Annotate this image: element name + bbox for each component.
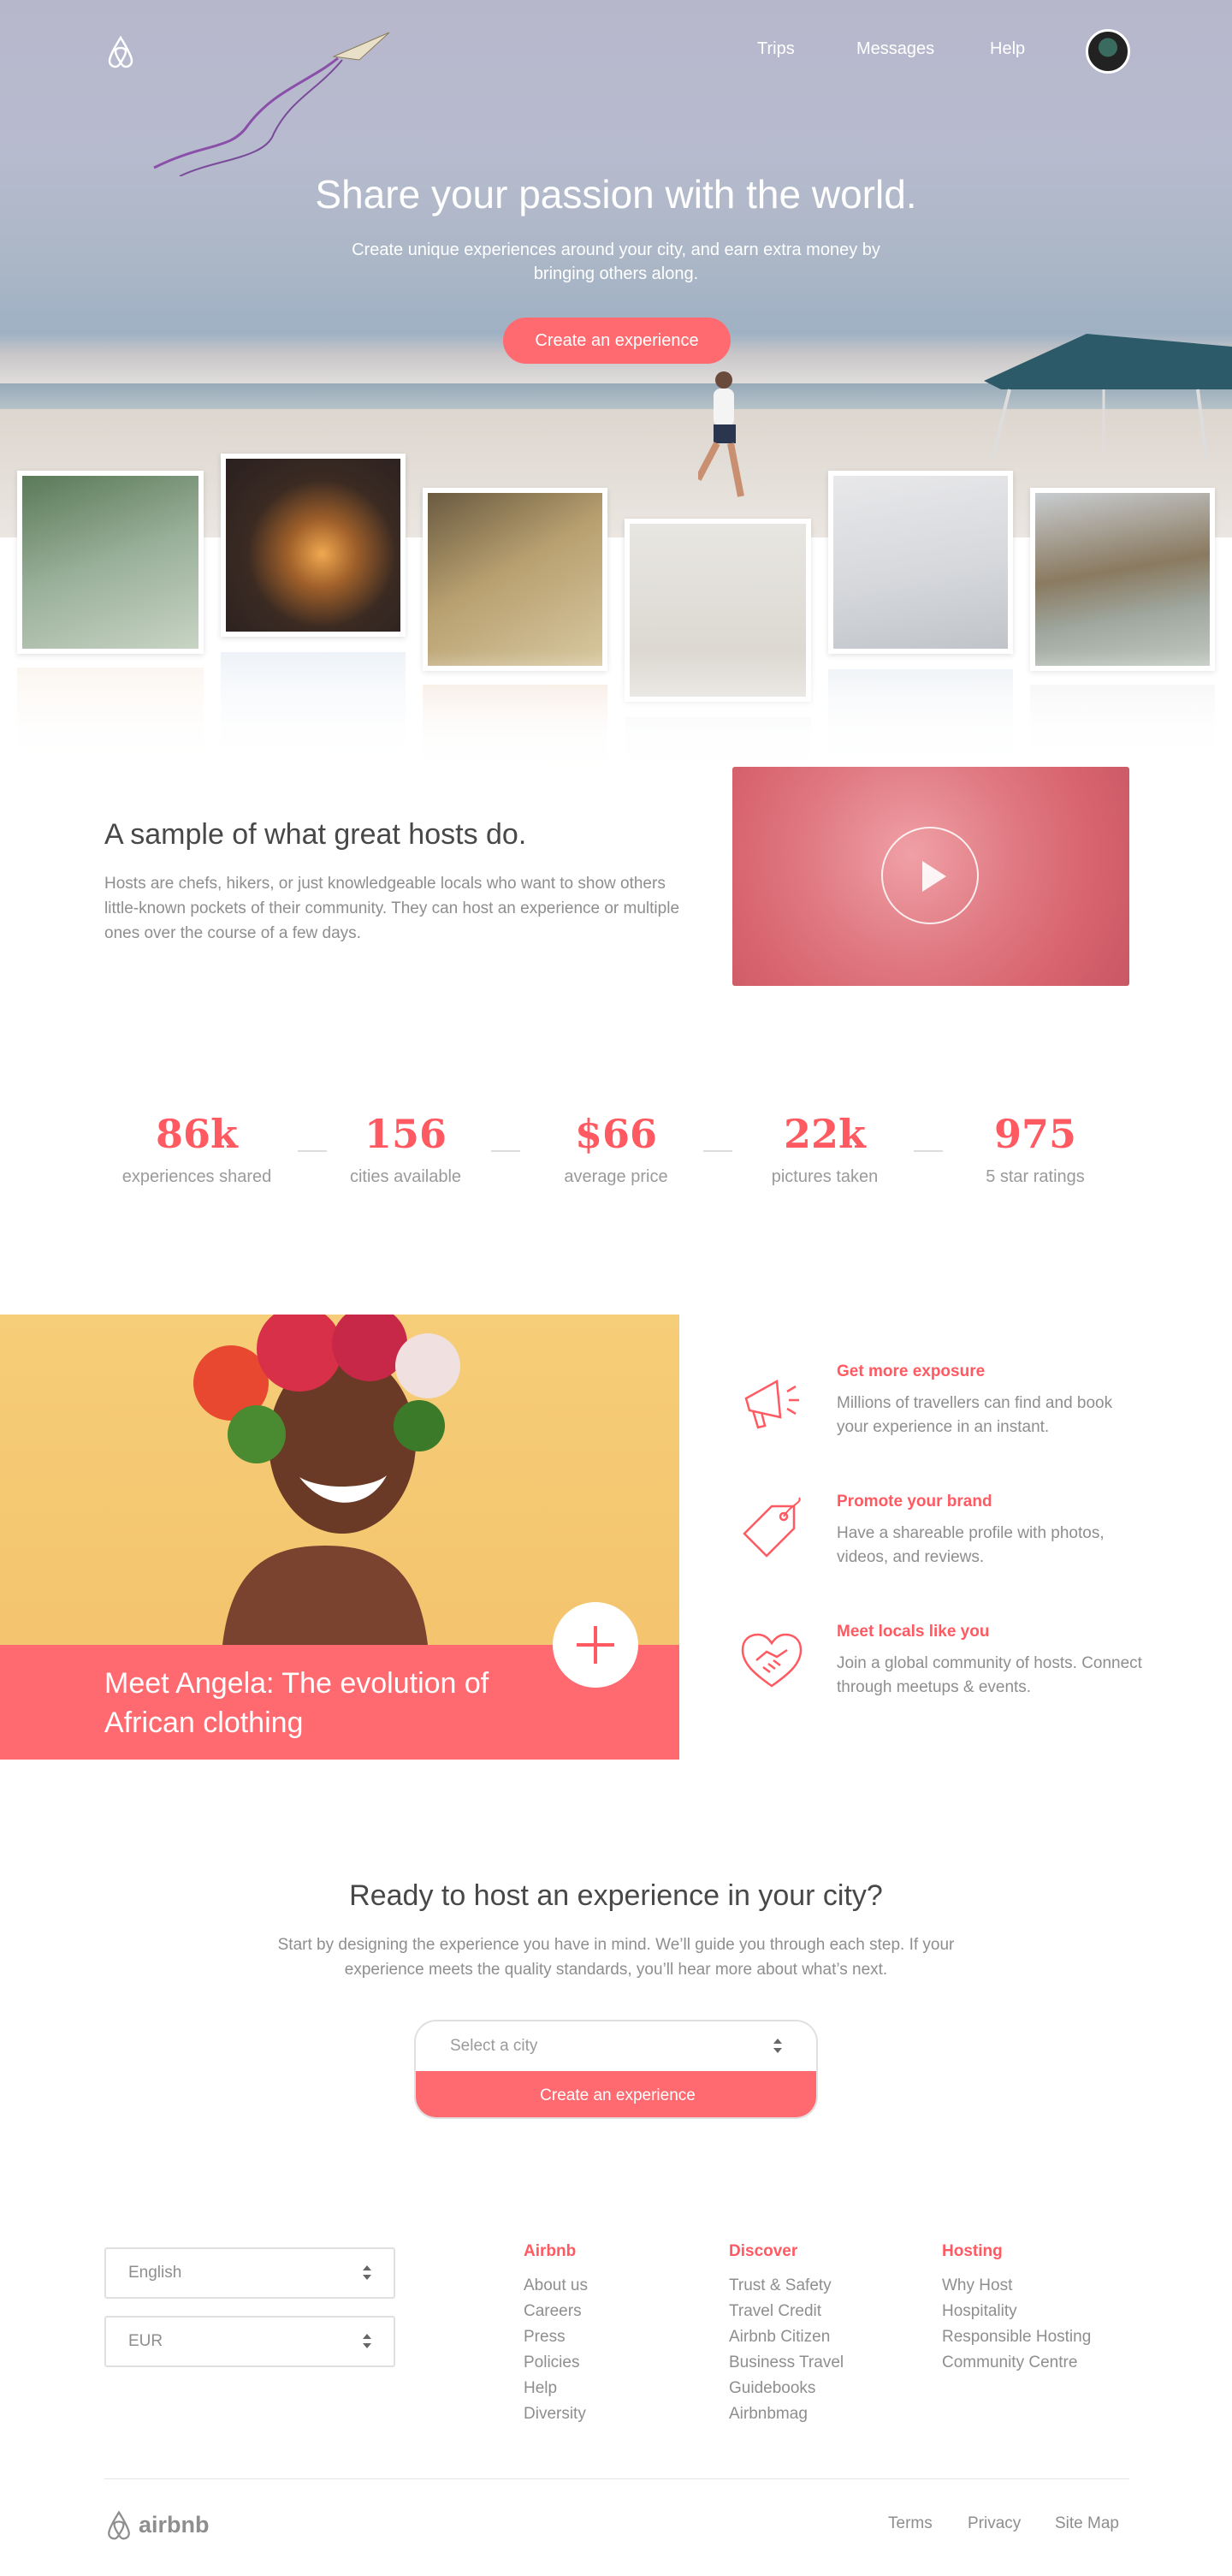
stat-value: 156 xyxy=(364,1111,447,1157)
runner-figure xyxy=(698,371,744,497)
hero-subtitle: Create unique experiences around your ci… xyxy=(352,240,880,283)
nav-messages[interactable]: Messages xyxy=(856,39,934,59)
footer-link[interactable]: Responsible Hosting xyxy=(942,2324,1091,2350)
sample-title: A sample of what great hosts do. xyxy=(104,818,527,851)
photo-campfire[interactable] xyxy=(221,454,406,637)
sample-text: Hosts are chefs, hikers, or just knowled… xyxy=(104,875,680,942)
feature-text: Have a shareable profile with photos, vi… xyxy=(837,1524,1105,1566)
footer-column-airbnb: About us Careers Press Policies Help Div… xyxy=(524,2273,588,2427)
footer-heading-discover: Discover xyxy=(729,2242,798,2260)
footer-link[interactable]: Careers xyxy=(524,2299,588,2324)
currency-select[interactable]: EUR xyxy=(104,2316,395,2367)
footer-link[interactable]: Community Centre xyxy=(942,2350,1091,2376)
airbnb-logo-icon[interactable] xyxy=(103,2509,135,2542)
stat-label: experiences shared xyxy=(121,1167,272,1186)
footer-link[interactable]: Press xyxy=(524,2324,588,2350)
language-value: English xyxy=(128,2264,182,2282)
plus-icon[interactable] xyxy=(553,1602,638,1688)
cta-text: Start by designing the experience you ha… xyxy=(277,1936,955,1979)
create-experience-button[interactable]: Create an experience xyxy=(503,318,731,364)
stat-experiences: 86k experiences shared xyxy=(103,1111,291,1187)
nav-help[interactable]: Help xyxy=(990,39,1025,59)
tag-icon xyxy=(743,1497,801,1558)
cta-title: Ready to host an experience in your city… xyxy=(349,1879,883,1912)
play-icon[interactable] xyxy=(881,827,979,924)
stat-value: 22k xyxy=(784,1111,866,1157)
footer-link[interactable]: Airbnbmag xyxy=(729,2401,844,2427)
language-select[interactable]: English xyxy=(104,2247,395,2299)
footer-heading-airbnb: Airbnb xyxy=(524,2242,577,2260)
select-arrows-icon xyxy=(363,2334,371,2349)
footer-link[interactable]: Why Host xyxy=(942,2273,1091,2299)
stat-divider xyxy=(491,1150,520,1152)
cta-create-experience-button[interactable]: Create an experience xyxy=(416,2071,816,2117)
kite-icon xyxy=(153,32,390,176)
photo-waterfall[interactable] xyxy=(1030,488,1215,671)
photo-airplane-wing[interactable] xyxy=(828,471,1013,654)
footer-heading-hosting: Hosting xyxy=(942,2242,1003,2260)
megaphone-icon xyxy=(744,1379,799,1429)
stat-label: cities available xyxy=(349,1167,462,1186)
stat-divider xyxy=(703,1150,732,1152)
footer-link[interactable]: Airbnb Citizen xyxy=(729,2324,844,2350)
currency-value: EUR xyxy=(128,2332,163,2350)
footer-link[interactable]: Business Travel xyxy=(729,2350,844,2376)
select-arrows-icon xyxy=(363,2265,371,2281)
footer-link[interactable]: About us xyxy=(524,2273,588,2299)
beach-tent xyxy=(984,334,1232,458)
select-arrows-icon xyxy=(773,2039,782,2054)
footer-link[interactable]: Hospitality xyxy=(942,2299,1091,2324)
footer-link-terms[interactable]: Terms xyxy=(888,2514,933,2533)
feature-text: Join a global community of hosts. Connec… xyxy=(837,1654,1142,1696)
footer-link[interactable]: Guidebooks xyxy=(729,2376,844,2401)
stat-label: 5 star ratings xyxy=(986,1167,1085,1186)
stat-value: 975 xyxy=(993,1111,1077,1157)
stat-ratings: 975 5 star ratings xyxy=(941,1111,1129,1187)
hero-section: Trips Messages Help Share your passion w… xyxy=(0,0,1232,537)
stat-divider xyxy=(914,1150,943,1152)
story-title[interactable]: Meet Angela: The evolution of African cl… xyxy=(104,1664,498,1742)
nav-trips[interactable]: Trips xyxy=(757,39,795,59)
story-portrait xyxy=(193,1315,460,1645)
handshake-icon xyxy=(741,1633,803,1688)
photo-forest-hiker[interactable] xyxy=(17,471,204,654)
feature-title: Meet locals like you xyxy=(837,1623,990,1641)
footer-link-sitemap[interactable]: Site Map xyxy=(1055,2514,1119,2533)
footer-link[interactable]: Travel Credit xyxy=(729,2299,844,2324)
host-video[interactable] xyxy=(732,767,1129,986)
stat-price: $66 average price xyxy=(522,1111,710,1187)
cta-form: Select a city Create an experience xyxy=(414,2020,818,2119)
footer-link[interactable]: Help xyxy=(524,2376,588,2401)
footer-link[interactable]: Policies xyxy=(524,2350,588,2376)
feature-title: Get more exposure xyxy=(837,1362,986,1380)
footer-link[interactable]: Trust & Safety xyxy=(729,2273,844,2299)
stat-pictures: 22k pictures taken xyxy=(731,1111,919,1187)
feature-title: Promote your brand xyxy=(837,1493,992,1511)
stat-cities: 156 cities available xyxy=(311,1111,500,1187)
footer-link[interactable]: Diversity xyxy=(524,2401,588,2427)
stat-value: $66 xyxy=(574,1111,658,1157)
city-select[interactable]: Select a city xyxy=(416,2021,816,2071)
stat-label: pictures taken xyxy=(771,1167,879,1186)
city-select-placeholder: Select a city xyxy=(450,2037,538,2055)
hero-title: Share your passion with the world. xyxy=(315,172,917,217)
footer-column-discover: Trust & Safety Travel Credit Airbnb Citi… xyxy=(729,2273,844,2427)
airbnb-logo-icon[interactable] xyxy=(103,34,139,70)
stat-label: average price xyxy=(564,1167,668,1186)
story-card[interactable]: Meet Angela: The evolution of African cl… xyxy=(0,1315,679,1760)
footer-brand[interactable]: airbnb xyxy=(139,2512,210,2538)
photo-craftsman[interactable] xyxy=(423,488,607,671)
footer-column-hosting: Why Host Hospitality Responsible Hosting… xyxy=(942,2273,1091,2376)
footer-divider xyxy=(104,2478,1129,2479)
footer-link-privacy[interactable]: Privacy xyxy=(968,2514,1021,2533)
avatar[interactable] xyxy=(1086,29,1130,74)
feature-text: Millions of travellers can find and book… xyxy=(837,1394,1113,1436)
stat-value: 86k xyxy=(156,1111,238,1157)
